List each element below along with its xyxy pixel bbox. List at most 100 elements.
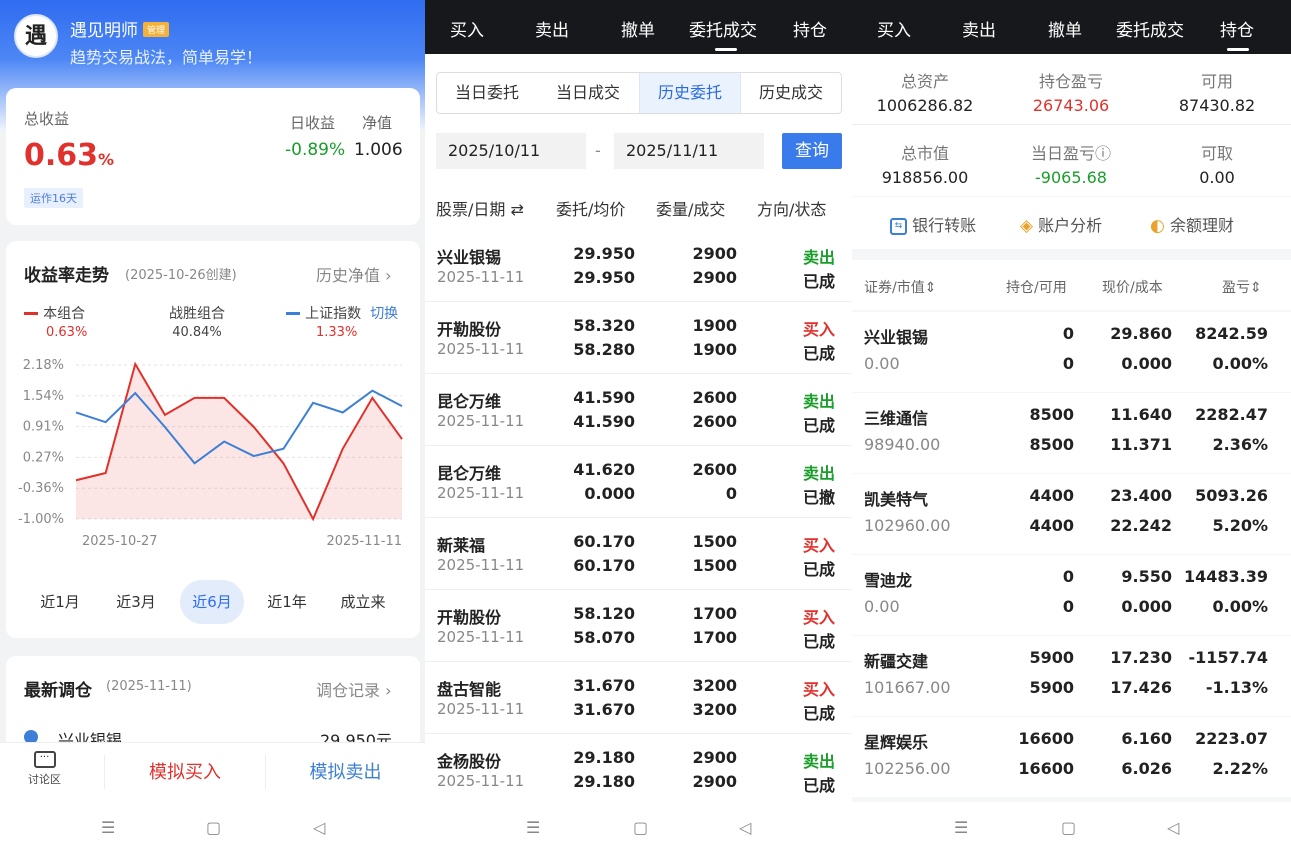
tab-positions[interactable]: 持仓	[793, 16, 827, 41]
order-row[interactable]: 昆仑万维 2025-11-11 41.590 41.590 2600 2600 卖出 已成	[425, 374, 852, 446]
trade-tabs: 买入 卖出 撤单 委托成交 持仓	[425, 0, 852, 54]
y-tick-label: -0.36%	[18, 481, 64, 496]
order-stock-name: 开勒股份	[437, 320, 502, 339]
order-avg-price: 41.590	[573, 412, 635, 431]
switch-link[interactable]: 切换	[370, 306, 398, 322]
range-1y[interactable]: 近1年	[255, 580, 319, 624]
account-actions: ⇆ 银行转账 ◈ 账户分析 ◐ 余额理财	[852, 197, 1291, 249]
holding-pl-pct: -1.13%	[1205, 678, 1268, 697]
tab-orders[interactable]: 委托成交	[1116, 16, 1184, 41]
chevron-right-icon: ›	[385, 681, 392, 700]
tab-sell[interactable]: 卖出	[962, 16, 996, 41]
avatar[interactable]: 遇	[14, 14, 58, 58]
order-status: 已成	[803, 632, 836, 651]
order-row[interactable]: 盘古智能 2025-11-11 31.670 31.670 3200 3200 买入 已成	[425, 662, 852, 734]
menu-icon[interactable]: ☰	[954, 818, 968, 837]
col-stock-date[interactable]: 股票/日期 ⇄	[436, 196, 524, 220]
order-qty: 2900	[692, 244, 737, 263]
holding-position: 0	[1062, 567, 1074, 586]
range-all[interactable]: 成立来	[331, 580, 395, 624]
tab-positions[interactable]: 持仓	[1220, 16, 1254, 41]
order-row[interactable]: 开勒股份 2025-11-11 58.120 58.070 1700 1700 买入 已成	[425, 590, 852, 662]
seg-history-orders[interactable]: 历史委托	[639, 73, 741, 113]
sim-buy-button[interactable]: 模拟买入	[105, 743, 265, 803]
order-deal-qty: 2900	[692, 268, 737, 287]
col-profit-loss[interactable]: 盈亏⇕	[1222, 277, 1262, 297]
home-icon[interactable]: ▢	[206, 818, 221, 837]
trend-created-date: (2025-10-26创建)	[125, 268, 237, 283]
holding-pl: 5093.26	[1195, 486, 1268, 505]
tab-cancel[interactable]: 撤单	[1048, 16, 1082, 41]
daily-pl[interactable]: 当日盈亏ⓘ -9065.68	[998, 140, 1144, 187]
holding-row[interactable]: 星辉娱乐 102256.00 16600 16600 6.160 6.026 2223.07…	[852, 717, 1291, 797]
col-price: 委托/均价	[556, 200, 626, 219]
account-analysis-button[interactable]: ◈ 账户分析	[1020, 212, 1102, 236]
tab-buy[interactable]: 买入	[450, 16, 484, 41]
range-3m[interactable]: 近3月	[104, 580, 168, 624]
holding-price: 6.160	[1121, 729, 1172, 748]
holding-pl: 2223.07	[1195, 729, 1268, 748]
active-tab-indicator	[1227, 48, 1249, 51]
tab-buy[interactable]: 买入	[877, 16, 911, 41]
seg-today-orders[interactable]: 当日委托	[437, 73, 537, 113]
holding-row[interactable]: 兴业银锡 0.00 0 0 29.860 0.000 8242.59 0.00%	[852, 312, 1291, 392]
back-icon[interactable]: ◁	[313, 818, 325, 837]
tab-orders[interactable]: 委托成交	[689, 16, 757, 41]
user-slogan: 趋势交易战法，简单易学！	[70, 48, 263, 67]
col-qty: 委量/成交	[656, 200, 726, 219]
back-icon[interactable]: ◁	[1167, 818, 1179, 837]
order-status: 已成	[803, 344, 836, 363]
range-6m[interactable]: 近6月	[180, 580, 244, 624]
order-qty: 2600	[692, 388, 737, 407]
withdrawable: 可取 0.00	[1199, 144, 1235, 187]
home-icon[interactable]: ▢	[633, 818, 648, 837]
order-status: 已成	[803, 272, 836, 291]
holding-row[interactable]: 凯美特气 102960.00 4400 4400 23.400 22.242 5093.26…	[852, 474, 1291, 554]
seg-history-deals[interactable]: 历史成交	[741, 73, 841, 113]
balance-finance-button[interactable]: ◐ 余额理财	[1150, 212, 1234, 236]
back-icon[interactable]: ◁	[739, 818, 751, 837]
date-separator: -	[595, 141, 601, 160]
order-filter-segment: 当日委托 当日成交 历史委托 历史成交	[436, 72, 842, 114]
order-price: 31.670	[573, 676, 635, 695]
order-qty: 1900	[692, 316, 737, 335]
trend-title: 收益率走势	[24, 266, 109, 286]
bank-transfer-button[interactable]: ⇆ 银行转账	[890, 212, 976, 236]
rebalance-history-link[interactable]: 调仓记录 ›	[316, 677, 392, 701]
order-row[interactable]: 开勒股份 2025-11-11 58.320 58.280 1900 1900 买入 已成	[425, 302, 852, 374]
sim-sell-button[interactable]: 模拟卖出	[266, 743, 425, 803]
order-row[interactable]: 新莱福 2025-11-11 60.170 60.170 1500 1500 买入 已成	[425, 518, 852, 590]
holding-row[interactable]: 三维通信 98940.00 8500 8500 11.640 11.371 2282.47 2…	[852, 393, 1291, 473]
holding-available: 16600	[1018, 759, 1074, 778]
order-qty: 1700	[692, 604, 737, 623]
order-row[interactable]: 金杨股份 2025-11-11 29.180 29.180 2900 2900 卖出 已成	[425, 734, 852, 806]
col-security[interactable]: 证券/市值⇕	[864, 277, 936, 297]
seg-today-deals[interactable]: 当日成交	[537, 73, 639, 113]
order-avg-price: 58.280	[573, 340, 635, 359]
query-button[interactable]: 查询	[782, 133, 842, 169]
position-pl: 持仓盈亏 26743.06	[1032, 72, 1110, 115]
order-row[interactable]: 兴业银锡 2025-11-11 29.950 29.950 2900 2900 卖出 已成	[425, 230, 852, 302]
discuss-button[interactable]: ··· 讨论区	[28, 751, 61, 787]
range-1m[interactable]: 近1月	[28, 580, 92, 624]
holding-row[interactable]: 新疆交建 101667.00 5900 5900 17.230 17.426 -1157.7…	[852, 636, 1291, 716]
tab-sell[interactable]: 卖出	[535, 16, 569, 41]
history-nav-link[interactable]: 历史净值 ›	[316, 262, 392, 286]
menu-icon[interactable]: ☰	[526, 818, 540, 837]
order-status: 已成	[803, 416, 836, 435]
home-icon[interactable]: ▢	[1061, 818, 1076, 837]
legend-index: 上证指数 切换 1.33%	[286, 303, 398, 340]
order-row[interactable]: 昆仑万维 2025-11-11 41.620 0.000 2600 0 卖出 已撤	[425, 446, 852, 518]
date-to-input[interactable]: 2025/11/11	[614, 133, 764, 169]
holding-available: 4400	[1029, 516, 1074, 535]
holding-market-value: 102960.00	[864, 516, 951, 535]
date-from-input[interactable]: 2025/10/11	[436, 133, 586, 169]
holding-market-value: 98940.00	[864, 435, 941, 454]
menu-icon[interactable]: ☰	[101, 818, 115, 837]
holding-row[interactable]: 雪迪龙 0.00 0 0 9.550 0.000 14483.39 0.00%	[852, 555, 1291, 635]
col-position: 持仓/可用	[1006, 280, 1067, 296]
order-price: 29.180	[573, 748, 635, 767]
legend-line-icon	[24, 312, 38, 315]
holding-stock-name: 兴业银锡	[864, 328, 929, 347]
tab-cancel[interactable]: 撤单	[621, 16, 655, 41]
